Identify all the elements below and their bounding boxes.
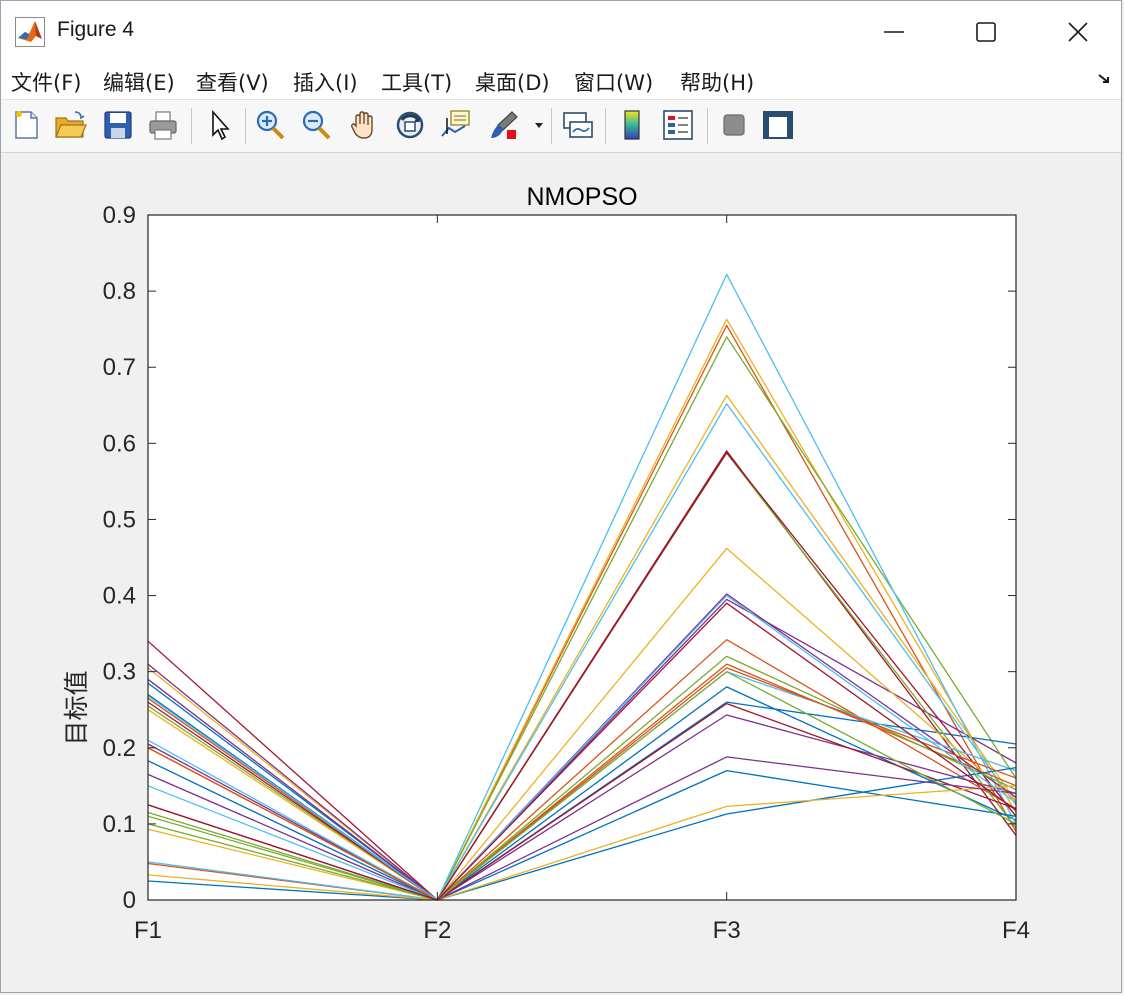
legend-icon[interactable] [661, 108, 695, 142]
rotate-3d-icon[interactable] [393, 108, 427, 142]
menu-bar: 文件(F) 编辑(E) 查看(V) 插入(I) 工具(T) 桌面(D) 窗口(W… [1, 61, 1121, 100]
y-tick-label: 0.3 [103, 659, 136, 686]
menu-insert[interactable]: 插入(I) [293, 67, 358, 97]
menu-edit[interactable]: 编辑(E) [103, 67, 175, 97]
menu-view[interactable]: 查看(V) [196, 67, 269, 97]
figure-plot[interactable]: 0 0.1 0.2 0.3 0.4 0.5 0.6 0.7 0.8 0.9 F1 F2 F3 F4 NMO… [0, 152, 1122, 972]
colorbar-icon[interactable] [615, 108, 649, 142]
open-file-icon[interactable] [53, 108, 87, 142]
close-button[interactable] [1031, 1, 1123, 61]
brush-icon[interactable] [487, 108, 521, 142]
menu-overflow-arrow-icon[interactable] [1097, 73, 1113, 87]
new-figure-icon[interactable] [9, 108, 43, 142]
toolbar-separator [191, 108, 192, 144]
y-tick-label: 0.1 [103, 811, 136, 838]
toolbar-separator [551, 108, 552, 144]
minimize-icon [884, 31, 904, 33]
select-arrow-icon[interactable] [203, 108, 237, 142]
menu-help[interactable]: 帮助(H) [680, 67, 754, 97]
print-icon[interactable] [146, 108, 180, 142]
toolbar-separator [245, 108, 246, 144]
y-tick-label: 0.6 [103, 430, 136, 457]
save-icon[interactable] [101, 108, 135, 142]
zoom-in-icon[interactable] [253, 108, 287, 142]
close-icon [1068, 22, 1088, 42]
pan-hand-icon[interactable] [347, 108, 381, 142]
x-tick-label: F1 [134, 917, 162, 944]
figure-toolbar [1, 100, 1121, 153]
x-tick-label: F2 [423, 917, 451, 944]
menu-window[interactable]: 窗口(W) [574, 67, 653, 97]
link-plot-icon[interactable] [561, 108, 595, 142]
y-tick-label: 0.2 [103, 735, 136, 762]
toolbar-separator [707, 108, 708, 144]
x-tick-label: F4 [1002, 917, 1030, 944]
y-tick-label: 0.7 [103, 354, 136, 381]
maximize-button[interactable] [939, 1, 1031, 61]
x-tick-label: F3 [713, 917, 741, 944]
menu-desktop[interactable]: 桌面(D) [475, 67, 550, 97]
menu-file[interactable]: 文件(F) [11, 67, 81, 97]
plot-title: NMOPSO [526, 183, 637, 211]
zoom-out-icon[interactable] [299, 108, 333, 142]
data-cursor-icon[interactable] [439, 108, 473, 142]
y-tick-label: 0.5 [103, 506, 136, 533]
title-bar[interactable]: Figure 4 [1, 1, 1121, 61]
y-tick-label: 0 [123, 887, 136, 914]
y-tick-label: 0.9 [103, 202, 136, 229]
y-axis-label: 目标值 [62, 670, 91, 745]
matlab-logo-icon [15, 17, 45, 47]
show-plot-tools-icon[interactable] [761, 108, 795, 142]
y-tick-label: 0.4 [103, 583, 136, 610]
maximize-icon [976, 22, 996, 42]
brush-dropdown-arrow-icon[interactable] [533, 120, 545, 130]
minimize-button[interactable] [847, 1, 939, 61]
toolbar-separator [605, 108, 606, 144]
y-tick-label: 0.8 [103, 278, 136, 305]
window-title: Figure 4 [57, 18, 135, 41]
menu-tools[interactable]: 工具(T) [381, 67, 452, 97]
axes-background [148, 215, 1016, 900]
hide-plot-tools-icon[interactable] [717, 108, 751, 142]
